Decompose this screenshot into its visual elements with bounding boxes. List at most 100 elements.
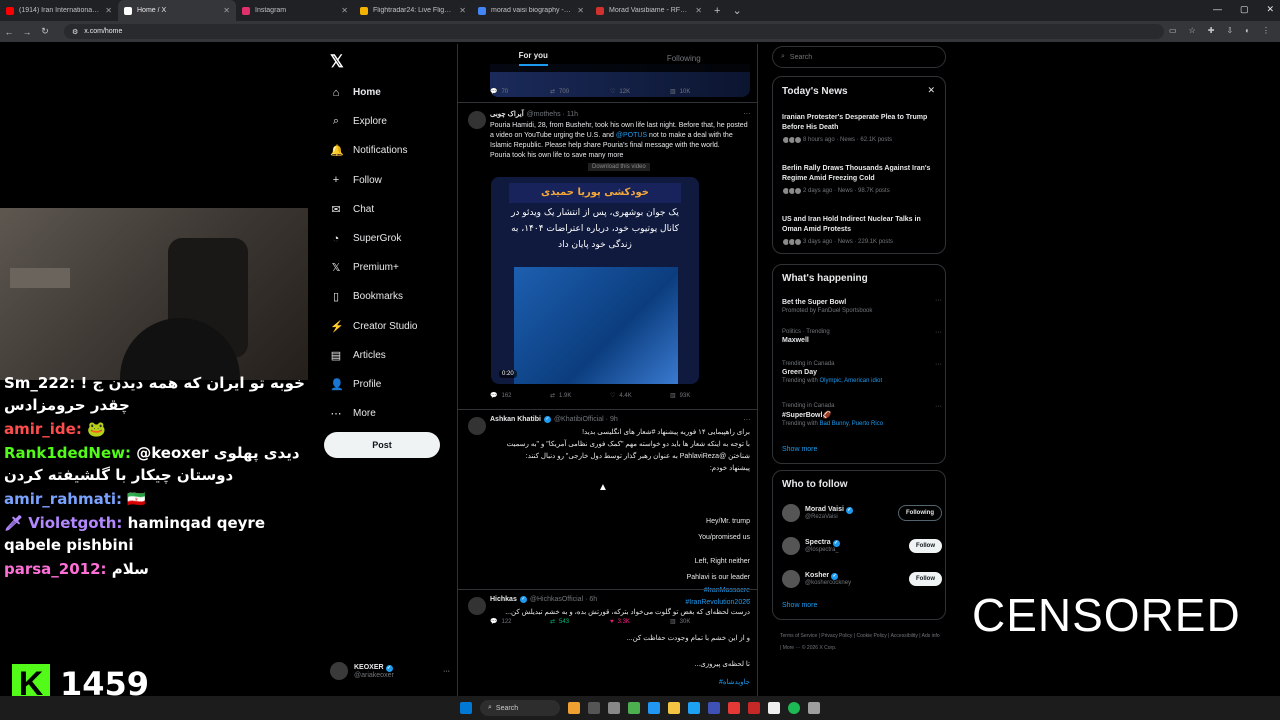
reload-icon[interactable]: ↻ <box>36 26 54 37</box>
chat-nick[interactable]: 🗡 Violetgoth: <box>4 514 122 532</box>
widgets-icon[interactable] <box>568 702 580 714</box>
close-window-icon[interactable]: ✕ <box>1266 4 1274 15</box>
trend-item[interactable]: Trending in Canada #SuperBowl🏈 Trending wi… <box>782 403 942 427</box>
tweet-author[interactable]: Ashkan Khatibi <box>490 416 541 423</box>
avatar[interactable] <box>782 504 800 522</box>
tab-following[interactable]: Following <box>609 44 758 72</box>
trend-related-links[interactable]: Olympic, American idiot <box>819 378 882 384</box>
avatar[interactable] <box>468 597 486 615</box>
tweet-author[interactable]: Hichkas <box>490 596 517 603</box>
close-tab-icon[interactable]: ✕ <box>105 6 112 15</box>
browser-tab[interactable]: Home / X ✕ <box>118 0 236 21</box>
repost-action[interactable]: ⇄ 1.9K <box>550 392 610 400</box>
tweet-handle[interactable]: @mothehs · 11h <box>527 111 578 118</box>
news-item[interactable]: US and Iran Hold Indirect Nuclear Talks … <box>782 215 942 246</box>
tweet-video[interactable]: خودکشی پوریا حمیدی یک جوان بوشهری، پس از… <box>491 177 699 384</box>
news-item[interactable]: Iranian Protester's Desperate Plea to Tr… <box>782 113 942 144</box>
hashtag-link[interactable]: #جاویدشاه <box>490 678 750 688</box>
mention-link[interactable]: @POTUS <box>616 132 647 139</box>
avatar[interactable] <box>782 570 800 588</box>
close-icon[interactable]: ✕ <box>927 85 935 96</box>
reply-action[interactable]: 💬 162 <box>490 392 550 400</box>
chrome-icon[interactable] <box>628 702 640 714</box>
download-icon[interactable]: ⇩ <box>1226 26 1233 35</box>
more-icon[interactable]: ··· <box>743 415 751 424</box>
nav-item-home[interactable]: ⌂ Home <box>330 78 417 107</box>
more-icon[interactable]: ··· <box>935 329 942 336</box>
youtube-icon[interactable] <box>728 702 740 714</box>
new-tab-icon[interactable]: + <box>708 5 726 17</box>
nav-item-bookmarks[interactable]: ▯ Bookmarks <box>330 282 417 311</box>
like-action[interactable]: ♡ 12K <box>610 88 670 96</box>
account-switcher[interactable]: KEOXER ✓ @ariakeoxer ··· <box>330 662 450 680</box>
follow-suggestion[interactable]: Spectra ✓ @lospectra_ Follow <box>782 534 942 558</box>
app-icon[interactable] <box>768 702 780 714</box>
tweet-handle[interactable]: @HichkasOfficial · 6h <box>530 596 597 603</box>
trend-item[interactable]: Trending in Canada Green Day Trending with… <box>782 361 942 384</box>
edge-icon[interactable] <box>688 702 700 714</box>
avatar[interactable] <box>468 111 486 129</box>
nav-item-profile[interactable]: 👤 Profile <box>330 370 417 399</box>
gmail-icon[interactable] <box>748 702 760 714</box>
avatar[interactable] <box>782 537 800 555</box>
nav-item-notifications[interactable]: 🔔 Notifications <box>330 136 417 165</box>
app-icon[interactable] <box>648 702 660 714</box>
more-icon[interactable]: ··· <box>743 109 751 118</box>
minimize-icon[interactable]: — <box>1213 4 1222 15</box>
trends-show-more[interactable]: Show more <box>782 446 817 453</box>
maximize-icon[interactable]: ▢ <box>1240 4 1249 15</box>
news-item[interactable]: Berlin Rally Draws Thousands Against Ira… <box>782 164 942 195</box>
star-icon[interactable]: ☆ <box>1189 26 1196 35</box>
chat-nick[interactable]: parsa_2012: <box>4 560 107 578</box>
browser-tab[interactable]: Instagram ✕ <box>236 0 354 21</box>
spotify-icon[interactable] <box>788 702 800 714</box>
folder-icon[interactable] <box>668 702 680 714</box>
browser-tab[interactable]: (1914) Iran International - YouTube ✕ <box>0 0 118 21</box>
profile-icon[interactable]: ◐ <box>1245 26 1250 35</box>
follow-button[interactable]: Follow <box>909 572 942 586</box>
reply-action[interactable]: 💬 70 <box>490 88 550 96</box>
views-action[interactable]: ▥ 93K <box>670 392 730 400</box>
browser-tab[interactable]: Morad Vaisibiame - RFE/RL Author ✕ <box>590 0 708 21</box>
nav-item-more[interactable]: ⋯ More <box>330 399 417 428</box>
task-view-icon[interactable] <box>588 702 600 714</box>
close-tab-icon[interactable]: ✕ <box>459 6 466 15</box>
chat-nick[interactable]: amir_ide: <box>4 420 82 438</box>
post-button[interactable]: Post <box>324 432 440 458</box>
follow-button[interactable]: Follow <box>909 539 942 553</box>
file-icon[interactable] <box>608 702 620 714</box>
menu-icon[interactable]: ⋮ <box>1262 26 1270 35</box>
chat-nick[interactable]: Sm_222: <box>4 374 75 392</box>
x-logo[interactable]: 𝕏 <box>330 52 344 72</box>
follow-suggestion[interactable]: Kosher ✓ @koshercockney Follow <box>782 567 942 591</box>
views-action[interactable]: ▥ 10K <box>670 88 730 96</box>
avatar[interactable] <box>468 417 486 435</box>
close-tab-icon[interactable]: ✕ <box>223 6 230 15</box>
more-icon[interactable]: ··· <box>935 361 942 368</box>
start-icon[interactable] <box>460 702 472 714</box>
nav-item-explore[interactable]: ⌕ Explore <box>330 107 417 136</box>
back-icon[interactable]: ← <box>0 27 18 37</box>
trend-item[interactable]: Bet the Super Bowl Promoted by FanDuel Sp… <box>782 297 942 314</box>
more-icon[interactable]: ··· <box>935 403 942 410</box>
nav-item-chat[interactable]: ✉ Chat <box>330 195 417 224</box>
tweet-handle[interactable]: @KhatibiOfficial · 9h <box>554 416 618 423</box>
tab-search-icon[interactable]: ⌄ <box>726 4 747 17</box>
tweet[interactable]: آیراک چوبی @mothehs · 11h ··· Pouria Ham… <box>458 102 757 409</box>
site-info-icon[interactable]: ⚙ <box>72 28 78 36</box>
nav-item-follow[interactable]: + Follow <box>330 166 417 195</box>
follow-suggestion[interactable]: Morad Vaisi ✓ @RezaVaisi Following <box>782 501 942 525</box>
footer-links[interactable]: Terms of Service | Privacy Policy | Cook… <box>780 630 940 654</box>
forward-icon[interactable]: → <box>18 27 36 37</box>
follow-button[interactable]: Following <box>898 505 942 521</box>
settings-icon[interactable] <box>808 702 820 714</box>
download-video-badge[interactable]: Download this video <box>588 163 650 171</box>
nav-item-creator-studio[interactable]: ⚡ Creator Studio <box>330 312 417 341</box>
close-tab-icon[interactable]: ✕ <box>695 6 702 15</box>
chat-nick[interactable]: Rank1dedNew: <box>4 444 131 462</box>
nav-item-supergrok[interactable]: ◔ SuperGrok <box>330 224 417 253</box>
close-tab-icon[interactable]: ✕ <box>577 6 584 15</box>
nav-item-articles[interactable]: ▤ Articles <box>330 341 417 370</box>
more-icon[interactable]: ··· <box>935 297 942 304</box>
repost-action[interactable]: ⇄ 700 <box>550 88 610 96</box>
